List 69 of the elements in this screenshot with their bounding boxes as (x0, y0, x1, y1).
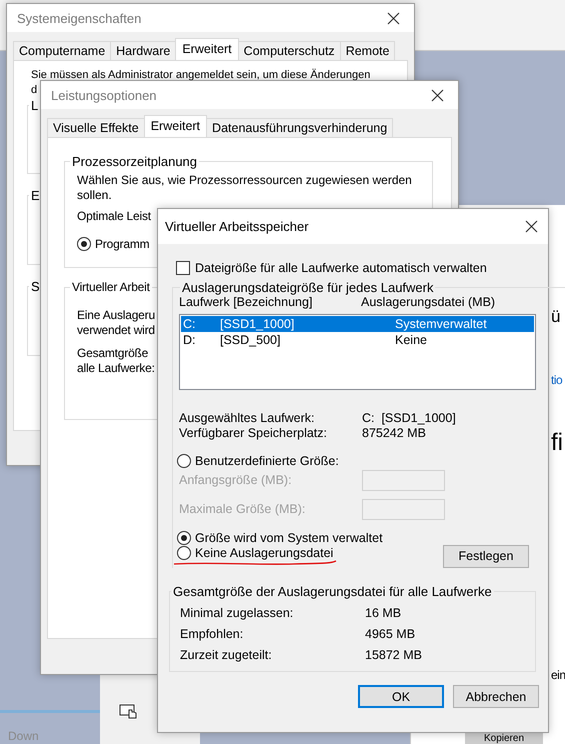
group-label: Gesamtgröße der Auslagerungsdatei für alle Laufwerke (172, 584, 493, 599)
group-label: L (30, 98, 40, 113)
tab[interactable]: Erweitert (144, 115, 208, 137)
radio-button[interactable] (177, 546, 191, 560)
field-label: Empfohlen: (180, 627, 244, 642)
radio-label[interactable]: Keine Auslagerungsdatei (195, 546, 334, 560)
tab[interactable]: Visuelle Effekte (47, 118, 145, 137)
column-header: Laufwerk [Bezeichnung] (179, 295, 314, 310)
close-icon[interactable] (525, 220, 538, 233)
link[interactable]: tio (551, 373, 562, 387)
notice-text: Sie müssen als Administrator angemeldet sein, um diese Änderungen (31, 68, 370, 83)
field-label: Verfügbarer Speicherplatz: (179, 426, 328, 441)
table-cell-text: [SSD1_1000] (220, 317, 296, 331)
table-cell-text: Systemverwaltet (395, 317, 488, 331)
tab[interactable]: Datenausführungsverhinderung (206, 118, 394, 137)
tab[interactable]: Remote (340, 41, 396, 60)
text-fragment: fi (551, 430, 563, 456)
copy-button[interactable]: Kopieren (465, 733, 543, 744)
dialog-button[interactable]: Abbrechen (453, 685, 539, 708)
radio-button[interactable] (177, 531, 191, 545)
column-header: Auslagerungsdatei (MB) (361, 295, 496, 310)
tab[interactable]: Computerschutz (238, 41, 341, 60)
description-text: Wählen Sie aus, wie Prozessorressourcen zugewiesen werden sollen. (77, 173, 413, 203)
window-title: Systemeigenschaften (17, 10, 142, 26)
tab[interactable]: Computername (13, 41, 112, 60)
field-value: 875242 MB (362, 426, 427, 441)
dialog-button[interactable]: OK (358, 685, 444, 708)
field-label: Anfangsgröße (MB): (179, 473, 293, 488)
field-label: Zurzeit zugeteilt: (180, 648, 273, 663)
field-label: Minimal zugelassen: (180, 606, 294, 621)
table-cell-text: [SSD_500] (220, 333, 282, 347)
description-text: Gesamtgröße (77, 346, 148, 361)
group-label: Auslagerungsdateigröße für jedes Laufwerk (181, 280, 434, 295)
radio-label[interactable]: Benutzerdefinierte Größe: (195, 454, 339, 468)
field-value: C: [SSD1_1000] (362, 411, 457, 426)
radio-label[interactable]: Größe wird vom System verwaltet (195, 531, 383, 545)
radio-button[interactable] (77, 237, 91, 251)
radio-label[interactable]: Programm (95, 237, 150, 251)
table-cell-text: C: (183, 317, 196, 331)
description-text: Eine Auslageru (77, 308, 155, 323)
description-text: verwendet wird (77, 323, 155, 338)
field-label: Ausgewähltes Laufwerk: (179, 411, 316, 426)
field-value: 4965 MB (365, 627, 416, 642)
tab[interactable]: Erweitert (175, 38, 239, 60)
close-icon[interactable] (431, 88, 444, 102)
drive-row[interactable]: C: [SSD1_1000] Systemverwaltet (181, 316, 534, 332)
window-title: Virtueller Arbeitsspeicher (165, 219, 309, 234)
radio-button[interactable] (177, 454, 191, 468)
close-icon[interactable] (387, 12, 400, 24)
item-label: Down (8, 729, 39, 743)
table-cell-text: Keine (395, 333, 428, 347)
notice-text: d (31, 83, 38, 98)
drive-row[interactable]: D: [SSD_500] Keine (181, 332, 534, 348)
window-title: Leistungsoptionen (51, 88, 157, 102)
checkbox[interactable] (176, 261, 190, 275)
table-cell-text: D: (183, 333, 196, 347)
text-fragment: ü (551, 308, 560, 326)
group-label: Prozessorzeitplanung (71, 154, 198, 169)
checkbox-label[interactable]: Dateigröße für alle Laufwerke automatisch verwalten (195, 261, 487, 275)
field-label: Maximale Größe (MB): (179, 502, 306, 517)
text-fragment: ein (551, 668, 565, 682)
group-label: S (30, 279, 41, 294)
field-value: 16 MB (365, 606, 402, 621)
description-text: alle Laufwerke: (77, 361, 155, 376)
field-value: 15872 MB (365, 648, 423, 663)
set-button[interactable]: Festlegen (443, 544, 529, 568)
option-label: Optimale Leist (77, 209, 151, 224)
group-label: Virtueller Arbeit (71, 280, 151, 294)
group-label: E (30, 188, 41, 203)
